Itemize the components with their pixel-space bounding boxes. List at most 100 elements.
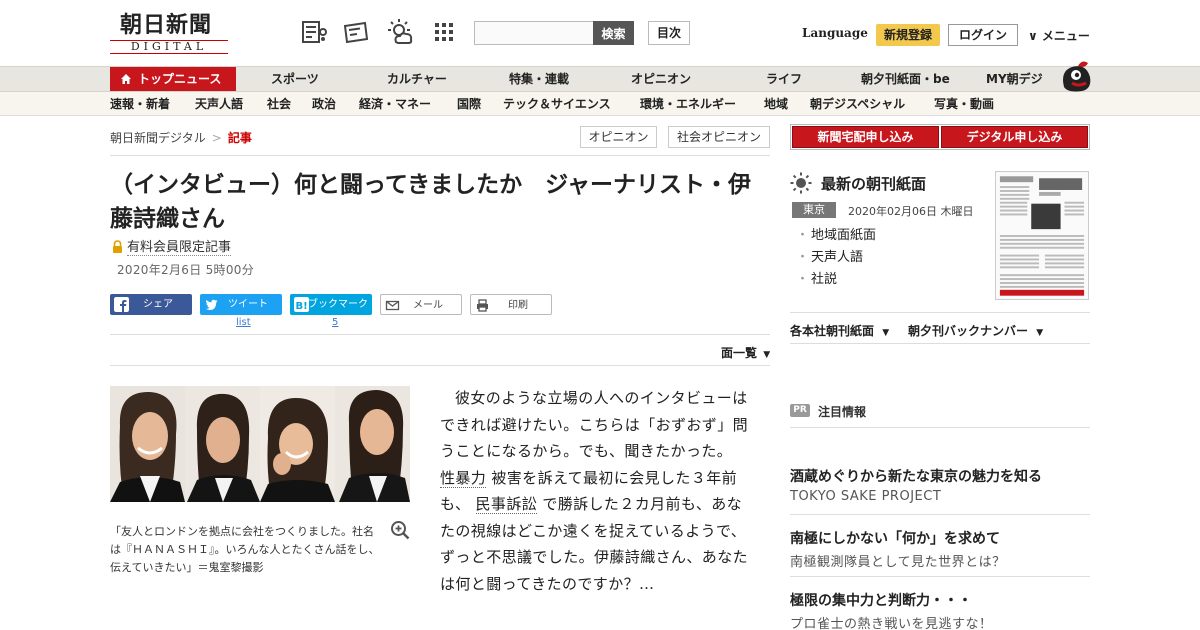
twitter-share-button[interactable]: ツイート xyxy=(200,294,282,315)
premium-badge: 有料会員限定記事 xyxy=(112,236,232,256)
register-button[interactable]: 新規登録 xyxy=(876,24,940,46)
link-label: 社説 xyxy=(811,272,838,287)
promo-subtitle: TOKYO SAKE PROJECT xyxy=(790,489,942,504)
article-title: （インタビュー）何と闘ってきましたか ジャーナリスト・伊藤詩織さん xyxy=(110,172,752,232)
nav-culture[interactable]: カルチャー xyxy=(387,67,447,91)
dropdown-label: 朝夕刊バックナンバー xyxy=(908,324,1029,338)
nav-label: トップニュース xyxy=(138,72,222,86)
portrait-photo xyxy=(260,386,335,502)
facebook-share-label: シェア xyxy=(143,299,173,310)
promo-title-mahjong[interactable]: 極限の集中力と判断力・・・ xyxy=(790,590,972,610)
twitter-share-label: ツイート xyxy=(228,299,268,310)
nav2-tech-science[interactable]: テック＆サイエンス xyxy=(503,92,611,116)
contents-button[interactable]: 目次 xyxy=(648,21,690,45)
promo-subtitle: プロ雀士の熱き戦いを見逃すな！ xyxy=(790,617,993,630)
nav-opinion[interactable]: オピニオン xyxy=(631,67,691,91)
page-list-dropdown[interactable]: 面一覧 ▼ xyxy=(721,344,770,361)
nav2-photo-video[interactable]: 写真・動画 xyxy=(934,92,994,116)
hatena-bookmark-label: ブックマーク xyxy=(308,299,368,310)
nav2-tenseijingo[interactable]: 天声人語 xyxy=(195,92,243,116)
nav-my-asadigi[interactable]: MY朝デジ xyxy=(986,67,1043,91)
tag-social-opinion[interactable]: 社会オピニオン xyxy=(668,126,770,148)
lock-icon xyxy=(113,240,122,253)
nav2-region[interactable]: 地域 xyxy=(764,92,788,116)
promo-subtitle: 南極観測隊員として見た世界とは？ xyxy=(790,555,1006,570)
divider xyxy=(790,427,1090,428)
body-text: 彼女のような立場の人へのインタビューはできれば避けたい。こちらは「おずおず」問う… xyxy=(440,389,749,460)
nav2-economy[interactable]: 経済・マネー xyxy=(359,92,431,116)
tag-opinion[interactable]: オピニオン xyxy=(580,126,657,148)
keyword-link-civil-suit[interactable]: 民事訴訟 xyxy=(475,495,538,514)
breadcrumb: 朝日新聞デジタル > 記事 xyxy=(110,129,252,146)
premium-label[interactable]: 有料会員限定記事 xyxy=(127,240,232,256)
chevron-down-icon: ▼ xyxy=(882,328,890,338)
digital-subscribe-button[interactable]: デジタル申し込み xyxy=(941,126,1088,148)
secondary-nav: 速報・新着 天声人語 社会 政治 経済・マネー 国際 テック＆サイエンス 環境・… xyxy=(0,92,1200,116)
nav-sports[interactable]: スポーツ xyxy=(271,67,319,91)
mail-share-label: メール xyxy=(413,300,443,311)
nav2-environment[interactable]: 環境・エネルギー xyxy=(640,92,736,116)
chevron-down-icon: ▼ xyxy=(1036,328,1044,338)
language-link[interactable]: Language xyxy=(802,26,868,40)
hatena-bookmark-button[interactable]: B! ブックマーク xyxy=(290,294,372,315)
promo-title-sake[interactable]: 酒蔵めぐりから新たな東京の魅力を知る xyxy=(790,466,1042,486)
nav2-international[interactable]: 国際 xyxy=(457,92,481,116)
hatena-count-link[interactable]: 5 xyxy=(332,317,338,328)
print-button[interactable]: 印刷 xyxy=(470,294,552,315)
zoom-icon[interactable] xyxy=(390,520,410,540)
nav-features[interactable]: 特集・連載 xyxy=(509,67,569,91)
ticket-icon[interactable] xyxy=(342,18,370,46)
portrait-photo xyxy=(335,386,410,502)
backnumber-dropdown[interactable]: 朝夕刊バックナンバー ▼ xyxy=(908,322,1043,339)
divider xyxy=(110,334,770,335)
nav2-society[interactable]: 社会 xyxy=(267,92,291,116)
publish-date: 2020年2月6日 5時00分 xyxy=(117,263,255,277)
facebook-share-button[interactable]: シェア xyxy=(110,294,192,315)
promo-title-antarctica[interactable]: 南極にしかない「何か」を求めて xyxy=(790,528,1000,548)
breadcrumb-home[interactable]: 朝日新聞デジタル xyxy=(110,131,206,145)
pr-badge: PR xyxy=(790,404,810,417)
latest-edition-title: 最新の朝刊紙面 xyxy=(821,175,927,193)
search-button[interactable]: 検索 xyxy=(593,21,634,45)
divider xyxy=(790,514,1090,515)
nav2-politics[interactable]: 政治 xyxy=(312,92,336,116)
edition-link-editorial[interactable]: 社説 xyxy=(796,269,876,291)
divider xyxy=(790,312,1090,313)
logo-subtext: DIGITAL xyxy=(110,40,228,54)
divider xyxy=(790,576,1090,577)
keyword-link-sexual-violence[interactable]: 性暴力 xyxy=(440,468,487,488)
home-icon xyxy=(121,74,131,84)
search-input[interactable] xyxy=(474,21,594,45)
portrait-photo xyxy=(110,386,185,502)
edition-link-local[interactable]: 地域面紙面 xyxy=(796,225,876,247)
pr-section-title: 注目情報 xyxy=(818,405,867,419)
print-label: 印刷 xyxy=(508,300,528,311)
apps-grid-icon[interactable] xyxy=(430,18,458,46)
mascot-icon[interactable] xyxy=(1052,57,1094,93)
newspaper-thumbnail[interactable] xyxy=(995,171,1089,300)
logo-text: 朝日新聞 xyxy=(120,12,213,38)
asahi-digital-logo[interactable]: 朝日新聞 DIGITAL xyxy=(110,12,230,56)
nav-top-news[interactable]: トップニュース xyxy=(110,67,236,91)
edition-link-tenseijingo[interactable]: 天声人語 xyxy=(796,247,876,269)
nav2-special[interactable]: 朝デジスペシャル xyxy=(810,92,905,116)
newspaper-delivery-button[interactable]: 新聞宅配申し込み xyxy=(792,126,939,148)
branch-editions-dropdown[interactable]: 各本社朝刊紙面 ▼ xyxy=(790,322,889,339)
article-photo[interactable] xyxy=(110,386,410,502)
page-list-label: 面一覧 xyxy=(721,346,758,360)
nav-life[interactable]: ライフ xyxy=(766,67,802,91)
sun-icon xyxy=(790,172,812,194)
menu-button[interactable]: ∨ メニュー xyxy=(1028,27,1090,44)
breadcrumb-current: 記事 xyxy=(227,131,252,145)
mail-share-button[interactable]: メール xyxy=(380,294,462,315)
newspaper-icon[interactable] xyxy=(300,18,328,46)
weather-icon[interactable] xyxy=(386,18,414,46)
chevron-down-icon: ▼ xyxy=(763,350,771,360)
nav-newspaper[interactable]: 朝夕刊紙面・be xyxy=(861,67,950,91)
login-button[interactable]: ログイン xyxy=(948,24,1018,46)
article-body: 彼女のような立場の人へのインタビューはできれば避けたい。こちらは「おずおず」問う… xyxy=(440,385,750,597)
twitter-count-link[interactable]: list xyxy=(236,317,251,328)
divider xyxy=(110,365,770,366)
divider xyxy=(790,343,1090,344)
nav2-breaking[interactable]: 速報・新着 xyxy=(110,92,170,116)
